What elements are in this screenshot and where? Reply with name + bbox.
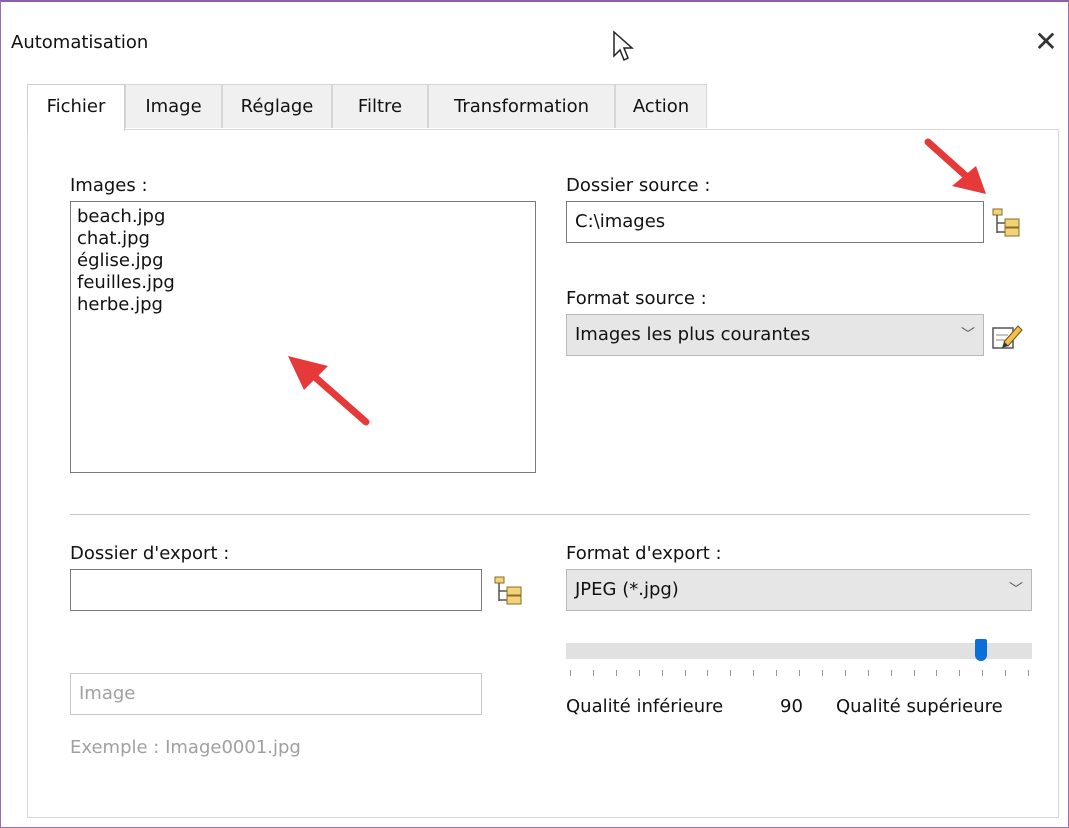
- export-format-select[interactable]: JPEG (*.jpg) ﹀: [566, 569, 1032, 611]
- quality-low-label: Qualité inférieure: [566, 696, 724, 717]
- list-item[interactable]: chat.jpg: [77, 228, 529, 250]
- slider-tick: [707, 670, 709, 676]
- slider-tick: [615, 670, 617, 676]
- source-format-value: Images les plus courantes: [575, 324, 811, 345]
- slider-tick: [1028, 670, 1029, 676]
- automation-dialog: Automatisation ✕ Fichier Image Réglage F…: [0, 0, 1069, 828]
- images-label: Images :: [70, 175, 148, 196]
- filename-input[interactable]: Image: [70, 673, 482, 715]
- slider-tick: [867, 670, 869, 676]
- folder-tree-icon[interactable]: [990, 206, 1024, 240]
- slider-tick: [684, 670, 686, 676]
- slider-tick: [753, 670, 755, 676]
- images-listbox[interactable]: beach.jpg chat.jpg église.jpg feuilles.j…: [70, 201, 536, 473]
- section-divider: [70, 514, 1030, 515]
- slider-tick: [592, 670, 594, 676]
- edit-icon[interactable]: [990, 320, 1024, 354]
- tab-fichier[interactable]: Fichier: [27, 84, 125, 131]
- annotation-arrow-icon: [288, 356, 370, 426]
- slider-tick: [982, 670, 984, 676]
- quality-slider-track[interactable]: [566, 643, 1032, 659]
- filename-example: Exemple : Image0001.jpg: [70, 737, 301, 758]
- folder-tree-icon[interactable]: [492, 574, 526, 608]
- slider-tick: [570, 670, 571, 676]
- export-folder-label: Dossier d'export :: [70, 543, 230, 564]
- export-format-value: JPEG (*.jpg): [575, 579, 679, 600]
- slider-tick: [661, 670, 663, 676]
- slider-tick: [890, 670, 892, 676]
- slider-tick: [730, 670, 732, 676]
- quality-slider-thumb[interactable]: [974, 639, 987, 661]
- tab-filtre[interactable]: Filtre: [332, 84, 428, 128]
- export-format-label: Format d'export :: [566, 543, 722, 564]
- export-folder-input[interactable]: [70, 569, 482, 611]
- source-folder-label: Dossier source :: [566, 175, 711, 196]
- tab-transformation[interactable]: Transformation: [428, 84, 615, 128]
- tab-image[interactable]: Image: [125, 84, 222, 128]
- list-item[interactable]: herbe.jpg: [77, 294, 529, 316]
- window-title: Automatisation: [11, 32, 149, 53]
- source-folder-input[interactable]: C:\images: [566, 201, 984, 243]
- slider-tick: [799, 670, 800, 676]
- title-bar: Automatisation ✕: [1, 2, 1068, 62]
- tab-reglage[interactable]: Réglage: [222, 84, 332, 128]
- list-item[interactable]: feuilles.jpg: [77, 272, 529, 294]
- slider-tick: [1005, 670, 1007, 676]
- slider-tick: [776, 670, 778, 676]
- slider-tick: [936, 670, 938, 676]
- source-format-label: Format source :: [566, 288, 707, 309]
- list-item[interactable]: beach.jpg: [77, 206, 529, 228]
- annotation-arrow-icon: [924, 138, 986, 194]
- tab-action[interactable]: Action: [615, 84, 707, 128]
- source-format-select[interactable]: Images les plus courantes ﹀: [566, 314, 984, 356]
- quality-value: 90: [780, 696, 803, 717]
- quality-slider-ticks: [570, 670, 1029, 678]
- slider-tick: [821, 670, 823, 676]
- close-button[interactable]: ✕: [1026, 22, 1066, 62]
- chevron-down-icon: ﹀: [961, 327, 975, 343]
- slider-tick: [913, 670, 915, 676]
- chevron-down-icon: ﹀: [1009, 582, 1023, 598]
- tab-panel-fichier: Images : beach.jpg chat.jpg église.jpg f…: [27, 129, 1059, 818]
- slider-tick: [959, 670, 961, 676]
- slider-tick: [638, 670, 640, 676]
- list-item[interactable]: église.jpg: [77, 250, 529, 272]
- quality-high-label: Qualité supérieure: [836, 696, 1003, 717]
- mouse-cursor-icon: [613, 30, 634, 62]
- slider-tick: [844, 670, 846, 676]
